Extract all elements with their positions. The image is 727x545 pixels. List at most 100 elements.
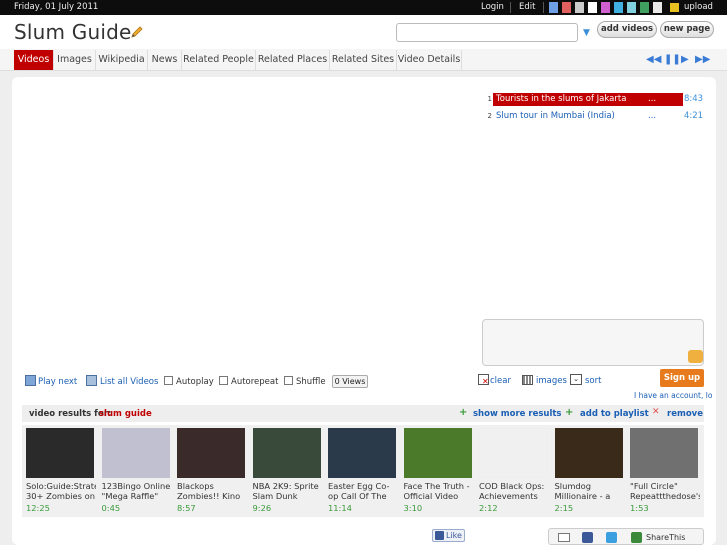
- tab-images[interactable]: Images: [54, 50, 96, 70]
- upload-link[interactable]: upload: [684, 2, 713, 12]
- playlist-duration: 4:21: [684, 111, 704, 121]
- upload-icon[interactable]: [670, 3, 679, 12]
- login-link[interactable]: Login: [481, 2, 504, 12]
- twitter-icon[interactable]: [606, 532, 617, 543]
- page-title: Slum Guide: [14, 20, 132, 44]
- email-icon[interactable]: [558, 533, 570, 542]
- sharethis-link[interactable]: ShareThis: [646, 533, 685, 542]
- tab-related-people[interactable]: Related People: [182, 50, 256, 70]
- video-thumbnail[interactable]: [252, 428, 321, 478]
- color-swatch[interactable]: [562, 2, 571, 13]
- pencil-icon[interactable]: [130, 25, 144, 39]
- plus-icon[interactable]: +: [459, 407, 467, 418]
- tab-news[interactable]: News: [148, 50, 182, 70]
- new-page-button[interactable]: new page: [660, 21, 714, 38]
- chat-icon[interactable]: [688, 350, 703, 363]
- video-title[interactable]: Solo:Guide:Strate 30+ Zombies on: [26, 481, 96, 501]
- video-thumbnail[interactable]: [554, 428, 623, 478]
- video-thumbnail[interactable]: [328, 428, 396, 478]
- chevron-down-icon[interactable]: ▼: [583, 28, 590, 38]
- like-label: Like: [446, 531, 462, 540]
- play-next-icon[interactable]: [25, 375, 36, 386]
- video-thumbnail[interactable]: [26, 428, 94, 478]
- video-title[interactable]: Slumdog Millionaire - a: [555, 481, 625, 501]
- remove-link[interactable]: remove: [667, 409, 703, 419]
- list-all-videos-link[interactable]: List all Videos: [100, 377, 158, 387]
- tab-related-places[interactable]: Related Places: [256, 50, 330, 70]
- playlist-more[interactable]: ...: [648, 110, 656, 123]
- color-swatch[interactable]: [588, 2, 597, 13]
- share-icon[interactable]: [631, 532, 642, 543]
- autorepeat-label: Autorepeat: [231, 377, 279, 387]
- tab-videos[interactable]: Videos: [14, 50, 54, 70]
- playlist-duration: 8:43: [684, 94, 704, 104]
- video-duration: 3:10: [403, 503, 423, 513]
- list-item[interactable]: 2 Slum tour in Mumbai (India) ... 4:21: [484, 110, 704, 123]
- edit-link[interactable]: Edit: [519, 2, 535, 12]
- video-duration: 2:12: [479, 503, 498, 513]
- video-title[interactable]: Blackops Zombies!! Kino: [177, 481, 247, 501]
- color-swatch[interactable]: [575, 2, 584, 13]
- images-link[interactable]: images: [536, 376, 567, 386]
- tab-related-sites[interactable]: Related Sites: [330, 50, 397, 70]
- video-thumbnail[interactable]: [177, 428, 245, 478]
- video-title[interactable]: COD Black Ops: Achievements: [479, 481, 549, 501]
- pause-icon[interactable]: ❚❚: [664, 54, 681, 65]
- top-bar: Friday, 01 July 2011 Login Edit upload: [0, 0, 727, 15]
- close-icon[interactable]: ✕: [652, 407, 660, 417]
- fast-forward-icon[interactable]: ▶▶: [695, 54, 710, 65]
- sort-icon[interactable]: ⌄: [570, 374, 582, 385]
- playlist-number: 2: [487, 112, 492, 120]
- video-duration: 12:25: [26, 503, 50, 513]
- video-title[interactable]: "Full Circle" Repeattthedose's: [630, 481, 700, 501]
- results-query: slum guide: [99, 409, 152, 419]
- sort-link[interactable]: sort: [585, 376, 601, 386]
- video-duration: 1:53: [630, 503, 649, 513]
- color-swatch[interactable]: [601, 2, 610, 13]
- autorepeat-checkbox[interactable]: [219, 376, 228, 385]
- video-duration: 11:14: [328, 503, 352, 513]
- video-thumbnail[interactable]: [101, 428, 170, 478]
- video-title[interactable]: NBA 2K9: Sprite Slam Dunk: [253, 481, 323, 501]
- autoplay-checkbox[interactable]: [164, 376, 173, 385]
- video-duration: 8:57: [177, 503, 196, 513]
- date-label: Friday, 01 July 2011: [14, 2, 99, 12]
- shuffle-checkbox[interactable]: [284, 376, 293, 385]
- show-more-results-link[interactable]: show more results: [473, 409, 561, 419]
- add-to-playlist-link[interactable]: add to playlist: [580, 409, 649, 419]
- video-thumbnail[interactable]: [479, 428, 547, 478]
- play-icon[interactable]: ▶: [681, 54, 689, 65]
- tab-wikipedia[interactable]: Wikipedia: [96, 50, 148, 70]
- video-title[interactable]: 123Bingo Online "Mega Raffle": [102, 481, 172, 501]
- divider: [510, 2, 511, 13]
- rewind-icon[interactable]: ◀◀: [646, 54, 661, 65]
- color-swatch[interactable]: [653, 2, 662, 13]
- color-swatch[interactable]: [549, 2, 558, 13]
- color-swatch[interactable]: [640, 2, 649, 13]
- plus-icon[interactable]: +: [565, 407, 573, 418]
- video-duration: 9:26: [252, 503, 272, 513]
- list-icon[interactable]: [86, 375, 97, 386]
- have-account-link[interactable]: I have an account, lo: [634, 391, 712, 400]
- video-thumbnail[interactable]: [630, 428, 698, 478]
- add-videos-button[interactable]: add videos: [597, 21, 657, 38]
- images-icon[interactable]: [522, 375, 533, 385]
- views-counter: 0 Views: [332, 375, 368, 388]
- facebook-icon: [435, 531, 444, 540]
- video-title[interactable]: Easter Egg Co-op Call Of The: [328, 481, 398, 501]
- color-swatch[interactable]: [614, 2, 623, 13]
- list-item[interactable]: 1 Tourists in the slums of Jakarta ... 8…: [484, 93, 704, 106]
- tab-video-details[interactable]: Video Details: [397, 50, 462, 70]
- clear-link[interactable]: clear: [490, 376, 511, 386]
- comment-box[interactable]: [482, 319, 704, 366]
- video-title[interactable]: Face The Truth - Official Video: [404, 481, 474, 501]
- video-duration: 0:45: [101, 503, 121, 513]
- playlist-number: 1: [487, 95, 492, 103]
- search-input[interactable]: [396, 23, 578, 42]
- video-thumbnail[interactable]: [403, 428, 472, 478]
- playlist-more[interactable]: ...: [648, 93, 656, 106]
- play-next-link[interactable]: Play next: [38, 377, 77, 387]
- sign-up-button[interactable]: Sign up: [660, 369, 704, 387]
- color-swatch[interactable]: [627, 2, 636, 13]
- facebook-icon[interactable]: [582, 532, 593, 543]
